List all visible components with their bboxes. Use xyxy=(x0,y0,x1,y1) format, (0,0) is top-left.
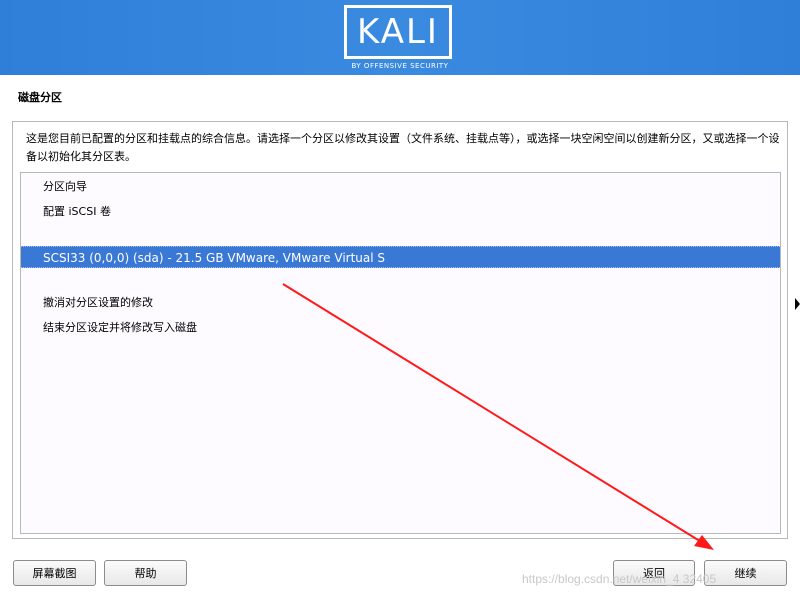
kali-logo: KALI xyxy=(344,5,452,59)
kali-banner: KALI BY OFFENSIVE SECURITY xyxy=(0,0,800,75)
logo-subtitle: BY OFFENSIVE SECURITY xyxy=(351,62,449,70)
continue-button[interactable]: 继续 xyxy=(704,560,787,586)
help-button[interactable]: 帮助 xyxy=(104,560,187,586)
list-item-finish-partitioning[interactable]: 结束分区设定并将修改写入磁盘 xyxy=(21,317,780,339)
list-item-configure-iscsi[interactable]: 配置 iSCSI 卷 xyxy=(21,201,780,223)
scroll-right-arrow-icon xyxy=(795,298,800,310)
page-title: 磁盘分区 xyxy=(18,91,62,104)
list-item-partition-wizard[interactable]: 分区向导 xyxy=(21,176,780,198)
page-description: 这是您目前已配置的分区和挂载点的综合信息。请选择一个分区以修改其设置（文件系统、… xyxy=(26,132,780,163)
screenshot-button[interactable]: 屏幕截图 xyxy=(13,560,96,586)
list-item-undo-changes[interactable]: 撤消对分区设置的修改 xyxy=(21,292,780,314)
list-item-disk-sda[interactable]: SCSI33 (0,0,0) (sda) - 21.5 GB VMware, V… xyxy=(21,246,780,268)
partition-list[interactable]: 分区向导 配置 iSCSI 卷 SCSI33 (0,0,0) (sda) - 2… xyxy=(20,172,781,534)
watermark-text: https://blog.csdn.net/weixin_4 32405 xyxy=(522,572,717,586)
logo-text: KALI xyxy=(357,12,439,52)
